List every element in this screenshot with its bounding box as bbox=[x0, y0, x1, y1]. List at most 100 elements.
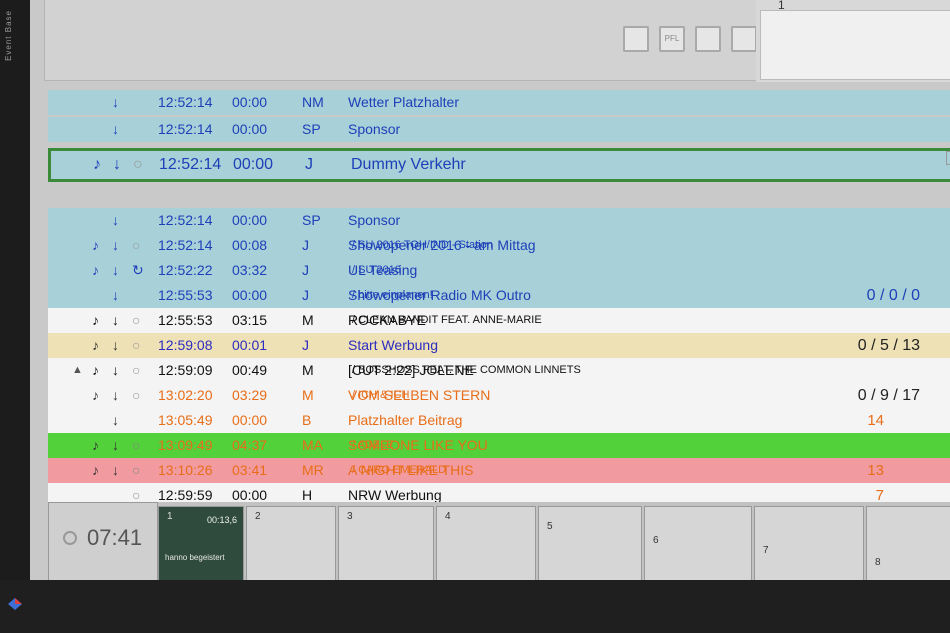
side-label: Event Base bbox=[4, 10, 13, 61]
loop-icon: ○ bbox=[132, 362, 141, 378]
down-arrow-icon: ↓ bbox=[112, 437, 119, 453]
down-arrow-icon: ↓ bbox=[112, 337, 119, 353]
loop-icon: ○ bbox=[132, 387, 141, 403]
row-title: Sponsor bbox=[348, 121, 401, 137]
cart-6[interactable]: 6 bbox=[644, 506, 752, 582]
square-button[interactable] bbox=[623, 26, 649, 52]
row-start-time: 12:59:08 bbox=[158, 337, 213, 353]
clock-time: 07:41 bbox=[87, 525, 143, 550]
loop-icon: ○ bbox=[132, 312, 141, 328]
loop-icon: ○ bbox=[132, 337, 141, 353]
row-start-time: 13:02:20 bbox=[158, 387, 213, 403]
list-button[interactable] bbox=[695, 26, 721, 52]
cart-4[interactable]: 4 bbox=[436, 506, 536, 582]
top-right-panel: 1 bbox=[756, 0, 950, 82]
cart-number: 3 bbox=[347, 511, 353, 522]
pfl-button[interactable]: PFL bbox=[659, 26, 685, 52]
row-artist: / ICH & ICH bbox=[352, 389, 410, 401]
row-start-time: 12:52:14 bbox=[158, 121, 213, 137]
row-duration: 00:00 bbox=[232, 212, 268, 228]
info-button[interactable] bbox=[731, 26, 757, 52]
playlist-row[interactable]: ♪ ↓ ○ 13:10:26 03:41 MR A NIGHT LIKE THI… bbox=[48, 458, 950, 483]
music-note-icon: ♪ bbox=[92, 462, 99, 478]
playlist[interactable]: ↓ 12:52:14 00:00 NM Wetter Platzhalter ↓… bbox=[48, 86, 950, 514]
row-duration: 03:29 bbox=[232, 387, 268, 403]
playout-screen: PFL 1 ↓ 12:52:14 00:00 NM Wetter Platzha… bbox=[30, 0, 950, 582]
cart-time: 00:13,6 bbox=[206, 515, 237, 525]
preview-box bbox=[760, 10, 950, 80]
row-title: Platzhalter Beitrag bbox=[348, 412, 463, 428]
row-start-time: 12:55:53 bbox=[158, 287, 213, 303]
cart-number: 5 bbox=[547, 521, 553, 532]
row-duration: 04:37 bbox=[232, 437, 268, 453]
cart-8[interactable]: 8 bbox=[866, 506, 950, 582]
playlist-row-selected[interactable]: ♪ ↓ ○ 12:52:14 00:00 J Dummy Verkehr bbox=[48, 148, 950, 182]
clock-panel: 07:41 bbox=[48, 502, 158, 582]
row-duration: 03:15 bbox=[232, 312, 268, 328]
row-duration: 00:00 bbox=[232, 287, 268, 303]
row-count: 0 / 9 / 17 bbox=[857, 387, 920, 404]
row-count: 13 bbox=[867, 462, 884, 479]
row-type: B bbox=[302, 412, 312, 428]
row-count: 14 bbox=[867, 412, 884, 429]
playlist-row[interactable]: ♪ ↓ ↻ 12:52:22 03:32 J UL Teasing / SU 20… bbox=[48, 258, 950, 283]
row-type: SP bbox=[302, 121, 321, 137]
row-duration: 00:49 bbox=[232, 362, 268, 378]
cart-number: 4 bbox=[445, 511, 451, 522]
row-type: MR bbox=[302, 462, 324, 478]
playlist-row[interactable]: ▲ ♪ ↓ ○ 12:59:09 00:49 M [CUT 2:22] JOLE… bbox=[48, 358, 950, 383]
down-arrow-icon: ↓ bbox=[112, 362, 119, 378]
cart-7[interactable]: 7 bbox=[754, 506, 864, 582]
row-duration: 00:01 bbox=[232, 337, 268, 353]
music-note-icon: ♪ bbox=[92, 262, 99, 278]
cart-number: 7 bbox=[763, 545, 769, 556]
row-count: 0 / 5 / 13 bbox=[857, 337, 920, 354]
row-type: M bbox=[302, 362, 314, 378]
row-artist: / CARO EMERALD bbox=[352, 464, 447, 476]
row-artist: / SU 2016 bbox=[352, 264, 401, 276]
playlist-row[interactable]: ♪ ↓ ○ 12:59:08 00:01 J Start Werbung 0 /… bbox=[48, 333, 950, 358]
playlist-row[interactable]: ♪ ↓ ○ 12:52:14 00:08 J Showopener 2016 -… bbox=[48, 233, 950, 258]
cart-5[interactable]: 5 bbox=[538, 506, 642, 582]
up-triangle-icon: ▲ bbox=[72, 364, 83, 376]
loop-icon: ○ bbox=[132, 462, 141, 478]
cart-1[interactable]: 1 00:13,6 hanno begeistert bbox=[158, 506, 244, 582]
top-toolbar: PFL bbox=[44, 0, 758, 81]
row-start-time: 12:52:22 bbox=[158, 262, 213, 278]
row-title: Start Werbung bbox=[348, 337, 439, 353]
monitor-bezel-left: Event Base bbox=[0, 0, 30, 633]
cart-2[interactable]: 2 bbox=[246, 506, 336, 582]
clock-indicator-icon bbox=[63, 531, 77, 545]
row-duration: 00:00 bbox=[233, 156, 274, 173]
playlist-row[interactable]: ♪ ↓ ○ 13:09:49 04:37 MA SOMEONE LIKE YOU… bbox=[48, 433, 950, 458]
row-title: Dummy Verkehr bbox=[351, 156, 466, 173]
cart-bar: 07:41 1 00:13,6 hanno begeistert 2 3 4 5… bbox=[48, 502, 950, 582]
playlist-row[interactable]: ↓ 12:55:53 00:00 J Showopener Radio MK O… bbox=[48, 283, 950, 308]
playlist-row[interactable]: ↓ 12:52:14 00:00 NM Wetter Platzhalter bbox=[48, 90, 950, 115]
row-type: MA bbox=[302, 437, 323, 453]
playlist-row[interactable]: ↓ 12:52:14 00:00 SP Sponsor bbox=[48, 117, 950, 142]
loop-icon: ○ bbox=[133, 156, 143, 173]
row-title: Sponsor bbox=[348, 212, 401, 228]
down-arrow-icon: ↓ bbox=[112, 121, 119, 137]
playlist-row[interactable]: ↓ 12:52:14 00:00 SP Sponsor bbox=[48, 208, 950, 233]
music-note-icon: ♪ bbox=[92, 237, 99, 253]
down-arrow-icon: ↓ bbox=[112, 287, 119, 303]
music-note-icon: ♪ bbox=[92, 312, 99, 328]
playlist-row[interactable]: ♪ ↓ ○ 13:02:20 03:29 M VOM SELBEN STERN /… bbox=[48, 383, 950, 408]
row-duration: 03:41 bbox=[232, 462, 268, 478]
down-arrow-icon: ↓ bbox=[112, 462, 119, 478]
row-start-time: 12:55:53 bbox=[158, 312, 213, 328]
cart-number: 1 bbox=[167, 511, 173, 522]
row-artist: / CLEAN BANDIT FEAT. ANNE-MARIE bbox=[352, 314, 542, 326]
row-type: M bbox=[302, 312, 314, 328]
cart-number: 2 bbox=[255, 511, 261, 522]
playlist-row[interactable]: ↓ 13:05:49 00:00 B Platzhalter Beitrag 1… bbox=[48, 408, 950, 433]
music-note-icon: ♪ bbox=[92, 387, 99, 403]
row-artist: / BOSSHOSS FEAT. THE COMMON LINNETS bbox=[352, 364, 581, 376]
down-arrow-icon: ↓ bbox=[112, 212, 119, 228]
down-arrow-icon: ↓ bbox=[113, 156, 121, 173]
playlist-row[interactable]: ♪ ↓ ○ 12:55:53 03:15 M ROCKABYE / CLEAN B… bbox=[48, 308, 950, 333]
down-arrow-icon: ↓ bbox=[112, 262, 119, 278]
cart-3[interactable]: 3 bbox=[338, 506, 434, 582]
